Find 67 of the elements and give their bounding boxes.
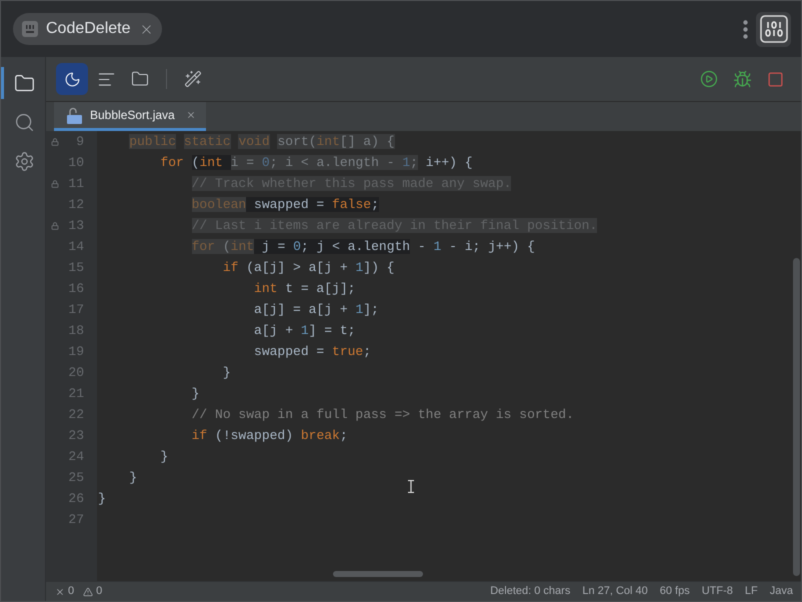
horizontal-scrollbar-thumb[interactable] xyxy=(333,571,423,577)
line-number: 12 xyxy=(68,196,84,214)
status-item: Ln 27, Col 40 xyxy=(582,584,648,600)
vertical-scrollbar-thumb[interactable] xyxy=(793,258,800,576)
line-number: 25 xyxy=(68,469,84,487)
folder-icon xyxy=(14,72,35,94)
line-number: 23 xyxy=(68,427,84,445)
editor-tab[interactable]: BubbleSort.java xyxy=(54,102,206,131)
line-number: 24 xyxy=(68,448,84,466)
close-tab-button[interactable] xyxy=(186,110,196,120)
code-line: } xyxy=(192,385,200,403)
code-line: boolean swapped = false; xyxy=(192,196,379,214)
warning-icon xyxy=(83,586,94,596)
code-line: } xyxy=(129,469,138,487)
app-icon xyxy=(22,21,38,37)
error-count: 0 xyxy=(68,584,74,600)
status-item: UTF-8 xyxy=(702,584,733,600)
settings-icon xyxy=(14,150,35,172)
code-line: int t = a[j]; xyxy=(254,280,356,298)
code-line: } xyxy=(98,490,106,508)
dark-mode-button[interactable] xyxy=(56,63,88,95)
code-line: for (int i = 0; i < a.length - 1; i++) { xyxy=(160,154,473,172)
line-number: 27 xyxy=(68,511,84,529)
code-line: a[j + 1] = t; xyxy=(254,322,356,340)
moon-icon xyxy=(64,70,80,88)
more-button[interactable] xyxy=(743,20,748,38)
code-line: if (!swapped) break; xyxy=(192,427,348,445)
code-line: public static void sort(int[] a) { xyxy=(129,133,395,151)
line-number: 15 xyxy=(68,259,84,277)
text-cursor-icon xyxy=(408,480,414,493)
status-item: LF xyxy=(744,584,758,600)
line-number: 20 xyxy=(68,364,84,382)
warning-count: 0 xyxy=(96,584,102,600)
play-icon xyxy=(700,70,718,88)
code-line: swapped = true; xyxy=(254,343,372,361)
line-number: 16 xyxy=(68,280,84,298)
error-icon xyxy=(55,586,65,596)
line-number: 14 xyxy=(68,238,84,256)
line-number: 13 xyxy=(68,217,84,235)
line-number: 26 xyxy=(68,490,84,508)
line-number: 18 xyxy=(68,322,84,340)
stop-icon xyxy=(766,70,784,88)
line-number: 9 xyxy=(76,133,84,151)
line-number: 11 xyxy=(68,175,84,193)
status-item: 60 fps xyxy=(660,584,690,600)
binary-button[interactable] xyxy=(756,12,791,46)
line-number: 21 xyxy=(68,385,84,403)
more-icon xyxy=(743,20,748,38)
search-icon xyxy=(14,112,35,132)
code-line: if (a[j] > a[j + 1]) { xyxy=(222,259,394,277)
close-icon xyxy=(186,110,196,120)
code-line: for (int j = 0; j < a.length - 1 - i; j++) { xyxy=(192,238,535,256)
code-line: // No swap in a full pass => the array is sorted. xyxy=(192,406,574,424)
line-number: 22 xyxy=(68,406,84,424)
app-tab[interactable]: CodeDelete xyxy=(13,13,162,45)
status-item: Java xyxy=(770,584,793,600)
magic-wand-icon xyxy=(184,70,202,88)
bug-icon xyxy=(732,70,752,88)
line-number: 10 xyxy=(68,154,84,172)
code-line: a[j] = a[j + 1]; xyxy=(254,301,379,319)
folder-icon xyxy=(131,70,149,88)
code-line: } xyxy=(222,364,231,382)
code-line: } xyxy=(160,448,168,466)
line-number: 19 xyxy=(68,343,84,361)
binary-icon xyxy=(760,15,788,43)
status-item: Deleted: 0 chars xyxy=(490,584,570,600)
line-number: 17 xyxy=(68,301,84,319)
